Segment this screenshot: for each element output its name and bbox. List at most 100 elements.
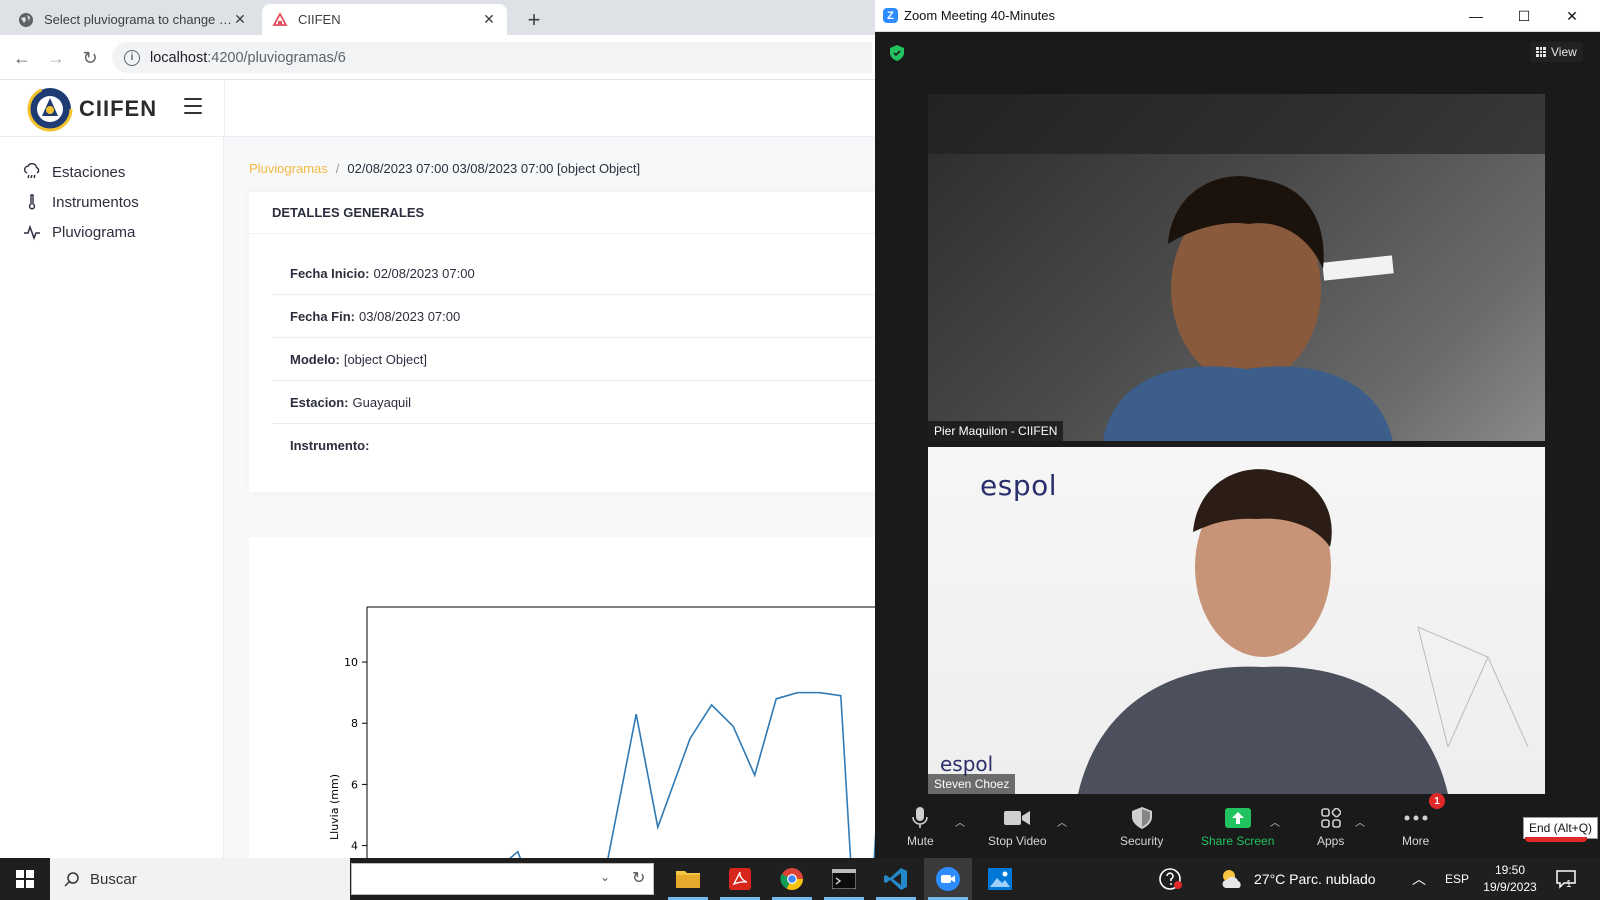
weather-widget[interactable]: 27°C Parc. nublado	[1220, 858, 1376, 900]
browser-toolbar: ← → ↻ i localhost:4200/pluviogramas/6	[0, 35, 875, 80]
desktop: Select pluviograma to change | D ✕ CIIFE…	[0, 0, 1600, 900]
url-text: localhost:4200/pluviogramas/6	[150, 50, 346, 66]
info-icon[interactable]: i	[124, 49, 140, 66]
video-camera-icon	[1004, 806, 1031, 830]
sidebar: Estaciones Instrumentos Pluviograma	[0, 137, 224, 858]
detail-row-fecha-inicio: Fecha Inicio: 02/08/2023 07:00	[272, 252, 875, 295]
share-screen-icon	[1224, 806, 1251, 830]
chart-card: 4 6 8 10 Lluvia (mm)	[249, 537, 875, 858]
apps-label: Apps	[1317, 834, 1345, 848]
apps-button[interactable]: Apps	[1317, 806, 1344, 848]
help-tray-icon[interactable]	[1158, 858, 1184, 900]
tab-admin[interactable]: Select pluviograma to change | D ✕	[8, 4, 258, 35]
share-options-caret-icon[interactable]: ︿	[1270, 814, 1280, 829]
help-icon	[1159, 868, 1182, 890]
more-dots-icon	[1403, 806, 1429, 830]
minimize-icon[interactable]: —	[1453, 0, 1499, 32]
detail-row-fecha-fin: Fecha Fin: 03/08/2023 07:00	[272, 295, 875, 338]
more-button[interactable]: More	[1402, 806, 1429, 848]
more-label: More	[1402, 834, 1430, 848]
participant-name-tag: Pier Maquilon - CIIFEN	[928, 421, 1064, 441]
breadcrumb-link-pluviogramas[interactable]: Pluviogramas	[249, 161, 328, 176]
view-button[interactable]: View	[1530, 42, 1583, 62]
sidebar-item-estaciones[interactable]: Estaciones	[0, 157, 223, 187]
address-bar[interactable]: i localhost:4200/pluviogramas/6	[112, 42, 872, 73]
back-arrow-icon[interactable]: ←	[8, 44, 36, 72]
mute-label: Mute	[907, 834, 934, 848]
taskbar-file-explorer[interactable]	[664, 858, 712, 900]
new-tab-button[interactable]: +	[520, 6, 548, 34]
grid-icon	[1536, 47, 1546, 57]
windows-start-icon[interactable]	[0, 858, 50, 900]
apps-options-caret-icon[interactable]: ︿	[1355, 814, 1365, 829]
reload-icon[interactable]: ↻	[76, 44, 104, 72]
stop-video-button[interactable]: Stop Video	[988, 806, 1047, 848]
weather-text: 27°C Parc. nublado	[1254, 871, 1376, 887]
taskbar-zoom[interactable]	[924, 858, 972, 900]
y-tick-label: 6	[351, 778, 358, 791]
security-label: Security	[1120, 834, 1164, 848]
participant-video-2[interactable]: espol espol Steven Choez	[928, 447, 1545, 794]
menu-toggle-icon[interactable]	[184, 98, 202, 114]
chevron-down-icon[interactable]: ⌄	[600, 870, 610, 884]
end-meeting-button[interactable]	[1525, 837, 1587, 842]
pdf-icon	[729, 868, 751, 890]
notification-center-icon[interactable]: 1	[1556, 858, 1576, 900]
refresh-icon[interactable]: ↻	[632, 868, 645, 888]
close-icon[interactable]: ✕	[1549, 0, 1595, 32]
vscode-icon	[884, 868, 907, 890]
breadcrumb: Pluviogramas / 02/08/2023 07:00 03/08/2023…	[249, 161, 640, 176]
details-heading: DETALLES GENERALES	[249, 192, 875, 234]
clock-date: 19/9/2023	[1483, 880, 1537, 894]
security-shield-icon	[1129, 806, 1155, 830]
partly-cloudy-icon	[1222, 870, 1241, 888]
stop-video-label: Stop Video	[988, 834, 1047, 848]
close-tab-icon[interactable]: ✕	[232, 11, 248, 28]
detail-label: Modelo:	[290, 351, 340, 367]
zoom-titlebar: Z Zoom Meeting 40-Minutes — ☐ ✕	[875, 0, 1600, 32]
taskbar-photos[interactable]	[976, 858, 1024, 900]
participant-video-1[interactable]: Pier Maquilon - CIIFEN	[928, 94, 1545, 441]
detail-row-instrumento: Instrumento:	[272, 424, 875, 467]
security-button[interactable]: Security	[1120, 806, 1163, 848]
encryption-shield-icon[interactable]	[890, 45, 904, 61]
input-language[interactable]: ESP	[1445, 858, 1469, 900]
view-label: View	[1551, 45, 1577, 59]
breadcrumb-separator: /	[335, 161, 340, 176]
close-tab-icon[interactable]: ✕	[481, 11, 497, 28]
tab-ciifen[interactable]: CIIFEN ✕	[262, 4, 507, 35]
detail-value: 02/08/2023 07:00	[373, 265, 475, 281]
y-tick-label: 10	[344, 656, 358, 669]
tray-overflow-chevron-icon[interactable]: ︿	[1412, 858, 1426, 900]
taskbar-vscode[interactable]	[872, 858, 920, 900]
ciifen-logo[interactable]: CIIFEN	[27, 86, 157, 132]
y-tick-label: 4	[351, 840, 358, 853]
participant-1-silhouette	[928, 94, 1545, 441]
sidebar-item-label: Estaciones	[52, 163, 126, 181]
taskbar-chrome[interactable]	[768, 858, 816, 900]
taskbar-acrobat[interactable]	[716, 858, 764, 900]
thermometer-icon	[22, 192, 42, 212]
cloud-rain-icon	[22, 162, 42, 182]
taskbar-terminal[interactable]	[820, 858, 868, 900]
taskbar-search[interactable]: Buscar	[50, 858, 350, 900]
maximize-icon[interactable]: ☐	[1501, 0, 1547, 32]
forward-arrow-icon[interactable]: →	[42, 44, 70, 72]
address-toolbar-input[interactable]: ⌄ ↻	[351, 863, 654, 895]
share-screen-button[interactable]: Share Screen	[1201, 806, 1274, 848]
taskbar-clock[interactable]: 19:50 19/9/2023	[1470, 862, 1550, 896]
sidebar-item-pluviograma[interactable]: Pluviograma	[0, 217, 223, 247]
mute-button[interactable]: Mute	[907, 806, 934, 848]
chrome-icon	[780, 868, 803, 890]
globe-icon	[18, 12, 34, 28]
rainfall-series-line	[367, 693, 875, 858]
video-options-caret-icon[interactable]: ︿	[1057, 814, 1067, 829]
sidebar-item-instrumentos[interactable]: Instrumentos	[0, 187, 223, 217]
ciifen-favicon-icon	[272, 11, 288, 28]
app-header: CIIFEN	[0, 80, 875, 137]
y-axis-label: Lluvia (mm)	[328, 774, 341, 840]
mute-options-caret-icon[interactable]: ︿	[955, 814, 965, 829]
detail-label: Estacion:	[290, 394, 349, 410]
header-divider	[224, 80, 225, 137]
zoom-window: Z Zoom Meeting 40-Minutes — ☐ ✕ View Pie…	[875, 0, 1600, 858]
